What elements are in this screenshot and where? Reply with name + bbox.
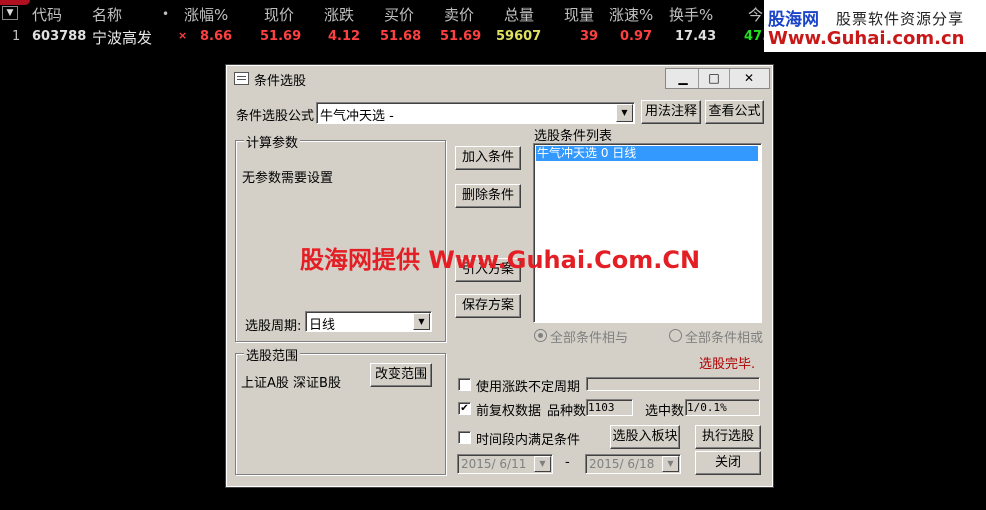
execute-button[interactable]: 执行选股	[695, 425, 761, 449]
cell-speed: 0.97	[620, 29, 653, 44]
chevron-down-icon[interactable]: ▼	[534, 456, 551, 472]
minimize-button[interactable]: ▁	[668, 69, 699, 88]
col-header-change[interactable]: 涨跌	[324, 4, 354, 25]
uncertain-period-field[interactable]	[586, 377, 760, 391]
period-label: 选股周期:	[245, 319, 302, 334]
cell-bid: 51.68	[380, 29, 422, 44]
chevron-down-icon[interactable]: ▼	[662, 456, 679, 472]
red-tab-marker	[0, 0, 30, 5]
period-value: 日线	[309, 318, 336, 333]
usage-notes-button[interactable]: 用法注释	[641, 100, 701, 124]
col-header-ask[interactable]: 卖价	[444, 4, 474, 25]
cell-change-pct: 8.66	[200, 29, 233, 44]
formula-select[interactable]: 牛气冲天选 - ▼	[316, 102, 635, 124]
dialog-titlebar[interactable]: 条件选股 ▁ □ ✕	[227, 66, 772, 90]
status-text: 选股完毕.	[699, 357, 756, 372]
cell-last-vol: 39	[580, 29, 599, 44]
col-header-code[interactable]: 代码	[32, 4, 62, 25]
app-icon	[234, 72, 249, 85]
col-header-change-pct[interactable]: 涨幅%	[184, 4, 228, 25]
change-range-button[interactable]: 改变范围	[370, 363, 432, 387]
close-button[interactable]: 关闭	[695, 451, 761, 475]
watermark-banner: 股海网 股票软件资源分享 Www.Guhai.com.cn	[764, 0, 986, 52]
radio-or-label: 全部条件相或	[685, 331, 764, 346]
radio-and[interactable]	[534, 329, 547, 342]
radio-and-label: 全部条件相与	[550, 331, 629, 346]
watermark-url: Www.Guhai.com.cn	[768, 28, 965, 49]
view-formula-button[interactable]: 查看公式	[705, 100, 764, 124]
count-label: 品种数	[547, 404, 587, 419]
selected-value: 1/0.1%	[687, 401, 727, 414]
cell-ask: 51.69	[440, 29, 482, 44]
selected-field: 1/0.1%	[685, 399, 760, 416]
count-value: 1103	[588, 401, 615, 414]
radio-or[interactable]	[669, 329, 682, 342]
col-header-mark[interactable]: •	[162, 7, 169, 21]
formula-value: 牛气冲天选 -	[320, 109, 394, 124]
dialog-title: 条件选股	[254, 74, 307, 89]
condition-list-label: 选股条件列表	[534, 129, 613, 144]
time-range-checkbox[interactable]	[458, 431, 471, 444]
row-index: 1	[12, 29, 21, 44]
col-header-volume[interactable]: 总量	[504, 4, 534, 25]
uncertain-period-checkbox[interactable]	[458, 378, 471, 391]
col-header-price[interactable]: 现价	[264, 4, 294, 25]
list-item[interactable]: 牛气冲天选 0 日线	[536, 146, 758, 161]
add-condition-button[interactable]: 加入条件	[455, 146, 521, 170]
col-header-last-vol[interactable]: 现量	[564, 4, 594, 25]
cell-change: 4.12	[328, 29, 361, 44]
watermark-slogan: 股票软件资源分享	[836, 10, 965, 28]
close-icon[interactable]: ✕	[730, 69, 768, 88]
range-text: 上证A股 深证B股	[241, 376, 341, 391]
date-to-value: 2015/ 6/18	[589, 457, 655, 471]
date-to-picker[interactable]: 2015/ 6/18 ▼	[585, 454, 681, 474]
condition-list[interactable]: 牛气冲天选 0 日线	[533, 143, 762, 323]
delete-condition-button[interactable]: 删除条件	[455, 184, 521, 208]
window-controls: ▁ □ ✕	[665, 68, 770, 89]
date-from-value: 2015/ 6/11	[461, 457, 527, 471]
period-select[interactable]: 日线 ▼	[305, 311, 432, 333]
chevron-down-icon[interactable]: ▼	[413, 313, 430, 330]
cell-mark: ×	[178, 29, 188, 42]
range-group-title: 选股范围	[244, 345, 301, 364]
cell-price: 51.69	[260, 29, 302, 44]
adjusted-data-label: 前复权数据	[476, 404, 542, 419]
cell-name: 宁波高发	[92, 29, 153, 47]
sort-toggle-icon[interactable]: ▼	[2, 6, 18, 20]
maximize-button[interactable]: □	[699, 69, 730, 88]
col-header-today[interactable]: 今	[748, 4, 763, 25]
save-plan-button[interactable]: 保存方案	[455, 294, 521, 318]
col-header-turnover[interactable]: 换手%	[669, 4, 713, 25]
formula-label: 条件选股公式	[236, 109, 315, 124]
count-field: 1103	[586, 399, 633, 416]
to-block-button[interactable]: 选股入板块	[610, 425, 680, 449]
adjusted-data-checkbox[interactable]: ✔	[458, 402, 471, 415]
watermark-brand: 股海网	[768, 10, 819, 30]
range-group: 选股范围 上证A股 深证B股 改变范围	[235, 345, 446, 475]
date-separator: -	[565, 455, 570, 470]
col-header-speed[interactable]: 涨速%	[609, 4, 653, 25]
chevron-down-icon[interactable]: ▼	[616, 104, 633, 122]
date-from-picker[interactable]: 2015/ 6/11 ▼	[457, 454, 553, 474]
col-header-bid[interactable]: 买价	[384, 4, 414, 25]
cell-code: 603788	[32, 29, 87, 44]
params-text: 无参数需要设置	[242, 171, 334, 186]
col-header-name[interactable]: 名称	[92, 4, 122, 25]
cell-volume: 59607	[496, 29, 542, 44]
params-group-title: 计算参数	[244, 132, 301, 151]
stock-filter-dialog: 条件选股 ▁ □ ✕ 条件选股公式 牛气冲天选 - ▼ 用法注释 查看公式 计算…	[226, 65, 773, 487]
cell-turnover: 17.43	[675, 29, 717, 44]
selected-label: 选中数	[645, 404, 685, 419]
overlay-watermark: 股海网提供 Www.Guhai.Com.CN	[300, 246, 701, 274]
time-range-label: 时间段内满足条件	[476, 433, 581, 448]
uncertain-period-label: 使用涨跌不定周期	[476, 380, 581, 395]
